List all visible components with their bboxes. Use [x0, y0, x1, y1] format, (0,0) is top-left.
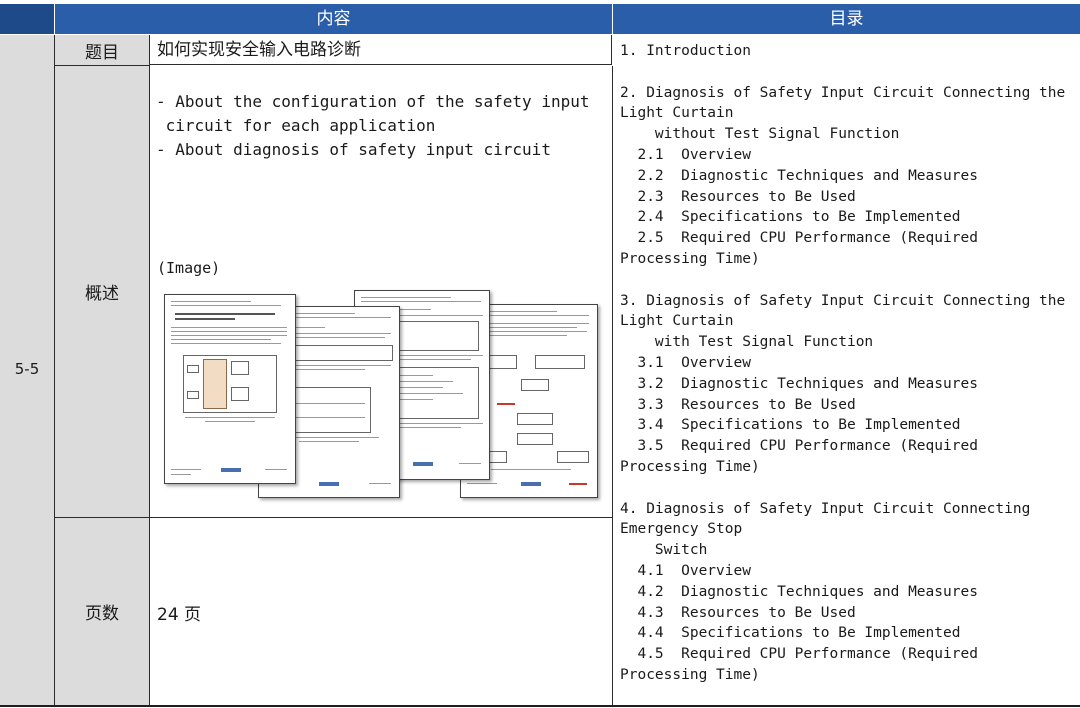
bottom-rule [0, 705, 1080, 707]
toc-line: 4.3 Resources to Be Used [620, 604, 856, 621]
toc-line: 2.1 Overview [620, 147, 751, 163]
toc-line: 2.2 Diagnostic Techniques and Measures [620, 167, 978, 184]
toc-line: Processing Time) [620, 667, 760, 683]
thumbnail-page-1 [164, 294, 296, 484]
row-id-cell: 5-5 [0, 35, 55, 705]
toc-line: 3.3 Resources to Be Used [620, 396, 856, 413]
toc-line: with Test Signal Function [620, 334, 874, 351]
image-label: (Image) [157, 259, 221, 277]
toc-line: Emergency Stop [620, 521, 743, 538]
summary-text: - About the configuration of the safety … [156, 92, 590, 159]
toc-line: Processing Time) [620, 459, 760, 475]
toc-line: 3.2 Diagnostic Techniques and Measures [620, 375, 978, 392]
toc-line: 4.2 Diagnostic Techniques and Measures [620, 583, 978, 600]
toc-line: Switch [620, 542, 708, 559]
toc-line: Light Curtain [620, 105, 734, 122]
title-label: 题目 [55, 35, 150, 66]
toc-line: 1. Introduction [620, 43, 751, 59]
toc-line: Processing Time) [620, 251, 760, 267]
toc-line: 3. Diagnosis of Safety Input Circuit Con… [620, 292, 1066, 309]
toc-line: 2.3 Resources to Be Used [620, 188, 856, 205]
pages-label: 页数 [55, 518, 150, 705]
row-id: 5-5 [14, 360, 40, 378]
header-content: 内容 [55, 4, 613, 34]
summary-cell: - About the configuration of the safety … [150, 66, 613, 518]
toc-line: 2.4 Specifications to Be Implemented [620, 209, 961, 226]
header-bar: 内容 目录 [0, 4, 1080, 34]
summary-label: 概述 [55, 66, 150, 518]
toc-line: 4.5 Required CPU Performance (Required [620, 646, 978, 663]
header-corner [0, 4, 55, 34]
toc-line: Light Curtain [620, 313, 734, 330]
toc-line: 4.4 Specifications to Be Implemented [620, 625, 961, 642]
table-of-contents: 1. Introduction 2. Diagnosis of Safety In… [613, 35, 1080, 705]
header-toc: 目录 [829, 9, 864, 29]
toc-line: 3.4 Specifications to Be Implemented [620, 417, 961, 434]
pages-value: 24 页 [157, 605, 202, 625]
toc-line: 4.1 Overview [620, 563, 751, 579]
title-value: 如何实现安全输入电路诊断 [150, 35, 612, 65]
toc-line: 2. Diagnosis of Safety Input Circuit Con… [620, 84, 1066, 101]
toc-line: 2.5 Required CPU Performance (Required [620, 230, 978, 247]
document-sheet: 内容 目录 5-5 题目 概述 页数 如何实现安全输入电路诊断 - About … [0, 0, 1080, 708]
pages-cell: 24 页 [150, 518, 613, 705]
toc-line: 3.5 Required CPU Performance (Required [620, 438, 978, 455]
toc-line: without Test Signal Function [620, 126, 900, 143]
document-thumbnails [164, 290, 604, 504]
toc-line: 3.1 Overview [620, 355, 751, 371]
toc-line: 4. Diagnosis of Safety Input Circuit Con… [620, 500, 1031, 517]
